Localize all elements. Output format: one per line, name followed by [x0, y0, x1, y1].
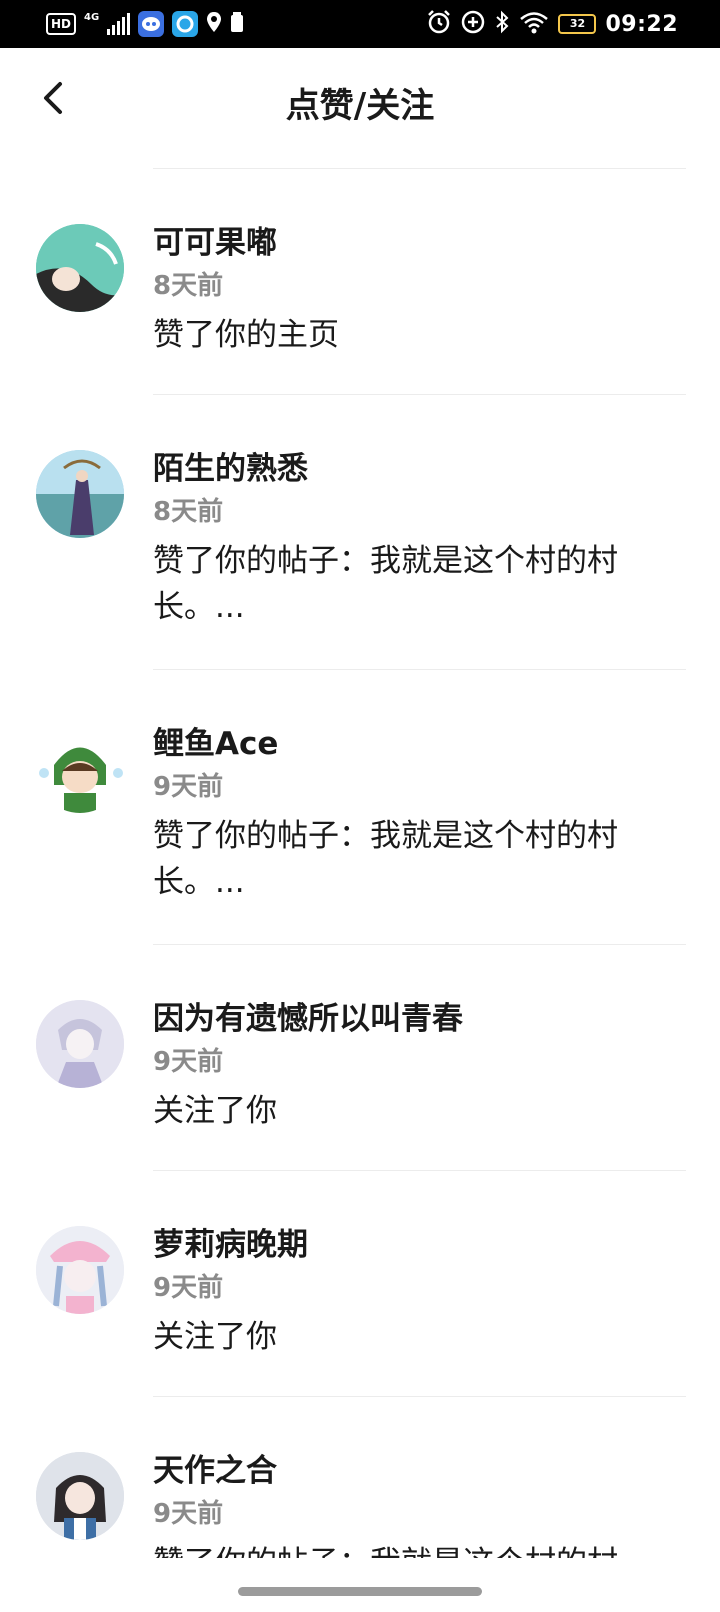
username[interactable]: 天作之合 — [153, 1445, 277, 1490]
list-item[interactable]: 天作之合 9天前 赞了你的帖子：我就是这个村的村长。... — [0, 1397, 720, 1558]
list-item[interactable]: 鲤鱼Ace 9天前 赞了你的帖子：我就是这个村的村长。... — [0, 670, 720, 944]
avatar[interactable] — [36, 450, 124, 538]
notification-text: 关注了你 — [153, 1093, 277, 1129]
notification-text: 赞了你的帖子：我就是这个村的村长。... — [153, 543, 618, 625]
list-item[interactable]: 萝莉病晚期 9天前 关注了你 — [0, 1171, 720, 1396]
timestamp: 9天前 — [153, 1047, 224, 1077]
avatar[interactable] — [36, 1452, 124, 1540]
username[interactable]: 萝莉病晚期 — [153, 1219, 308, 1264]
timestamp: 9天前 — [153, 772, 224, 802]
notification-text: 赞了你的帖子：我就是这个村的村长。... — [153, 1540, 653, 1558]
notification-list[interactable]: 可可果嘟 8天前 赞了你的主页 陌生的熟悉 8天前 赞了你的帖子：我就是这个村的… — [0, 0, 720, 1558]
username[interactable]: 可可果嘟 — [153, 217, 277, 262]
username[interactable]: 陌生的熟悉 — [153, 443, 308, 488]
home-indicator[interactable] — [238, 1587, 482, 1596]
list-item[interactable]: 因为有遗憾所以叫青春 9天前 关注了你 — [0, 945, 720, 1170]
avatar[interactable] — [36, 1000, 124, 1088]
notification-text: 赞了你的主页 — [153, 317, 339, 353]
timestamp: 8天前 — [153, 271, 224, 301]
list-item[interactable]: 陌生的熟悉 8天前 赞了你的帖子：我就是这个村的村长。... — [0, 395, 720, 669]
timestamp: 9天前 — [153, 1273, 224, 1303]
avatar[interactable] — [36, 1226, 124, 1314]
avatar[interactable] — [36, 725, 124, 813]
timestamp: 9天前 — [153, 1499, 224, 1529]
timestamp: 8天前 — [153, 497, 224, 527]
username[interactable]: 因为有遗憾所以叫青春 — [153, 993, 463, 1038]
notification-text: 赞了你的帖子：我就是这个村的村长。... — [153, 818, 618, 900]
username[interactable]: 鲤鱼Ace — [153, 718, 278, 763]
notification-text: 关注了你 — [153, 1319, 277, 1355]
avatar[interactable] — [36, 224, 124, 312]
list-item[interactable]: 可可果嘟 8天前 赞了你的主页 — [0, 169, 720, 394]
